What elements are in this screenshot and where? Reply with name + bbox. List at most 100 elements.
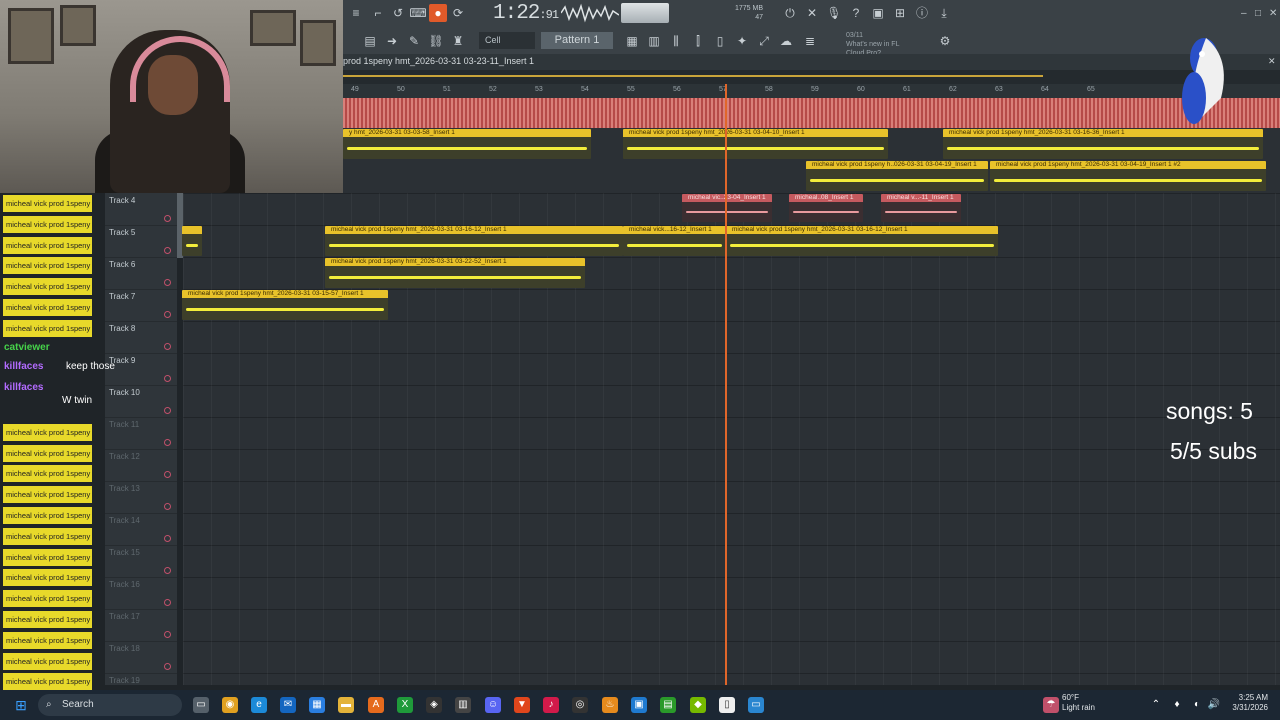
- audio-clip[interactable]: micheal vick prod 1speny hmt_2026-03-31 …: [623, 129, 888, 159]
- time-ruler[interactable]: 49 50 51 52 53 54 55 56 57 58 59 60 61 62 63 64 65: [343, 84, 1280, 98]
- playlist-icon[interactable]: ▦: [623, 32, 641, 50]
- arrow-icon[interactable]: ➜: [383, 32, 401, 50]
- audio-clip[interactable]: [182, 226, 202, 256]
- track-mute-icon[interactable]: [164, 631, 171, 638]
- playlist-overview[interactable]: [343, 70, 1280, 84]
- play-icon[interactable]: ⏻: [781, 4, 799, 22]
- fl-studio-icon[interactable]: ♨: [602, 697, 618, 713]
- edge-icon[interactable]: e: [251, 697, 267, 713]
- stop-icon[interactable]: ✕: [803, 4, 821, 22]
- tempo-icon[interactable]: ⤢: [755, 32, 773, 50]
- maximize-icon[interactable]: □: [1255, 8, 1261, 19]
- audio-clip[interactable]: micheal vick prod 1speny hmt_2026-03-31 …: [325, 258, 585, 288]
- track-mute-icon[interactable]: [164, 663, 171, 670]
- playhead[interactable]: [725, 84, 727, 685]
- mixer-view-icon[interactable]: ⫼: [667, 32, 685, 50]
- browser-icon[interactable]: ⫿: [689, 32, 707, 50]
- playlist-close-icon[interactable]: ✕: [1268, 56, 1276, 67]
- tray-app-icon[interactable]: ♦: [1169, 697, 1185, 713]
- link-icon[interactable]: ⛓: [427, 32, 445, 50]
- audio-clip[interactable]: micheal vic..23-04_Insert 1: [682, 194, 772, 222]
- track-mute-icon[interactable]: [164, 343, 171, 350]
- track-header[interactable]: Track 8: [105, 321, 177, 354]
- track-header[interactable]: Track 16: [105, 577, 177, 610]
- help-icon[interactable]: ?: [847, 4, 865, 22]
- track-mute-icon[interactable]: [164, 279, 171, 286]
- track-header[interactable]: Track 17: [105, 609, 177, 642]
- master-audio-clip[interactable]: [343, 98, 1280, 128]
- pattern-selector[interactable]: Pattern 1: [541, 32, 613, 49]
- track-mute-icon[interactable]: [164, 375, 171, 382]
- track-mute-icon[interactable]: [164, 407, 171, 414]
- app-a-icon[interactable]: A: [368, 697, 384, 713]
- audio-clip[interactable]: micheal..08_Insert 1: [789, 194, 863, 222]
- taskbar-search[interactable]: ⌕ Search: [38, 694, 182, 716]
- audio-clip[interactable]: y hmt_2026-03-31 03-03-58_Insert 1: [343, 129, 591, 159]
- track-header[interactable]: Track 14: [105, 513, 177, 546]
- master-volume[interactable]: [621, 3, 669, 23]
- track-mute-icon[interactable]: [164, 215, 171, 222]
- info-icon[interactable]: ⓘ: [913, 4, 931, 22]
- cloud-icon[interactable]: ☁: [777, 32, 795, 50]
- countdown-icon[interactable]: ⟳: [449, 4, 467, 22]
- track-header[interactable]: Track 4: [105, 193, 177, 226]
- loop-icon[interactable]: ↺: [389, 4, 407, 22]
- network-icon[interactable]: ◐: [1189, 697, 1205, 713]
- system-clock[interactable]: 3:25 AM 3/31/2026: [1226, 693, 1268, 713]
- chevron-up-icon[interactable]: ⌃: [1148, 697, 1164, 713]
- task-view-icon[interactable]: ▭: [193, 697, 209, 713]
- track-header[interactable]: Track 5: [105, 225, 177, 258]
- track-header[interactable]: Track 15: [105, 545, 177, 578]
- pencil-icon[interactable]: ✎: [405, 32, 423, 50]
- discord-icon[interactable]: ☺: [485, 697, 501, 713]
- track-header[interactable]: Track 18: [105, 641, 177, 674]
- folder-icon[interactable]: ▬: [338, 697, 354, 713]
- track-mute-icon[interactable]: [164, 311, 171, 318]
- track-mute-icon[interactable]: [164, 471, 171, 478]
- tiktok-icon[interactable]: ♪: [543, 697, 559, 713]
- mail-icon[interactable]: ✉: [280, 697, 296, 713]
- volume-icon[interactable]: 🔊: [1206, 697, 1222, 713]
- track-mute-icon[interactable]: [164, 439, 171, 446]
- plugin-icon[interactable]: ▯: [711, 32, 729, 50]
- photos-icon[interactable]: ▣: [631, 697, 647, 713]
- calculator-icon[interactable]: ▥: [455, 697, 471, 713]
- microphone-icon[interactable]: 🎙: [825, 4, 843, 22]
- download-icon[interactable]: ⤓: [935, 4, 953, 22]
- xbox-icon[interactable]: X: [397, 697, 413, 713]
- store-icon[interactable]: ▦: [309, 697, 325, 713]
- windows-start-icon[interactable]: ⊞: [13, 697, 29, 713]
- close-icon[interactable]: ✕: [1269, 8, 1277, 19]
- minimize-icon[interactable]: –: [1241, 8, 1247, 19]
- typing-keyboard-icon[interactable]: ⌨: [409, 4, 427, 22]
- track-header[interactable]: Track 10: [105, 385, 177, 418]
- track-header[interactable]: Track 6: [105, 257, 177, 290]
- track-header[interactable]: Track 7: [105, 289, 177, 322]
- app-icon[interactable]: ◈: [426, 697, 442, 713]
- settings-icon[interactable]: ⚙: [936, 32, 954, 50]
- track-header[interactable]: Track 12: [105, 449, 177, 482]
- snap-selector[interactable]: Cell: [479, 32, 535, 49]
- brave-icon[interactable]: ▼: [514, 697, 530, 713]
- track-mute-icon[interactable]: [164, 247, 171, 254]
- save-icon[interactable]: ▣: [869, 4, 887, 22]
- app-window-icon[interactable]: ▭: [748, 697, 764, 713]
- track-mute-icon[interactable]: [164, 567, 171, 574]
- notepad-icon[interactable]: ▯: [719, 697, 735, 713]
- touch-icon[interactable]: ✦: [733, 32, 751, 50]
- audio-clip[interactable]: micheal vick prod 1speny hmt_2026-03-31 …: [990, 161, 1266, 191]
- piano-roll-icon[interactable]: ▤: [361, 32, 379, 50]
- menu-icon[interactable]: ≡: [347, 4, 365, 22]
- track-mute-icon[interactable]: [164, 599, 171, 606]
- chrome-icon[interactable]: ◉: [222, 697, 238, 713]
- track-header[interactable]: Track 9: [105, 353, 177, 386]
- record-icon[interactable]: ●: [429, 4, 447, 22]
- track-mute-icon[interactable]: [164, 535, 171, 542]
- track-header[interactable]: Track 13: [105, 481, 177, 514]
- audio-clip[interactable]: micheal vick prod 1speny hmt_2026-03-31 …: [182, 290, 388, 320]
- audio-clip[interactable]: micheal vick prod 1speny hmt_2026-03-31 …: [325, 226, 623, 256]
- track-mute-icon[interactable]: [164, 503, 171, 510]
- nvidia-icon[interactable]: ▤: [660, 697, 676, 713]
- track-header[interactable]: Track 11: [105, 417, 177, 450]
- audio-clip[interactable]: micheal vick prod 1speny hmt_2026-03-31 …: [726, 226, 998, 256]
